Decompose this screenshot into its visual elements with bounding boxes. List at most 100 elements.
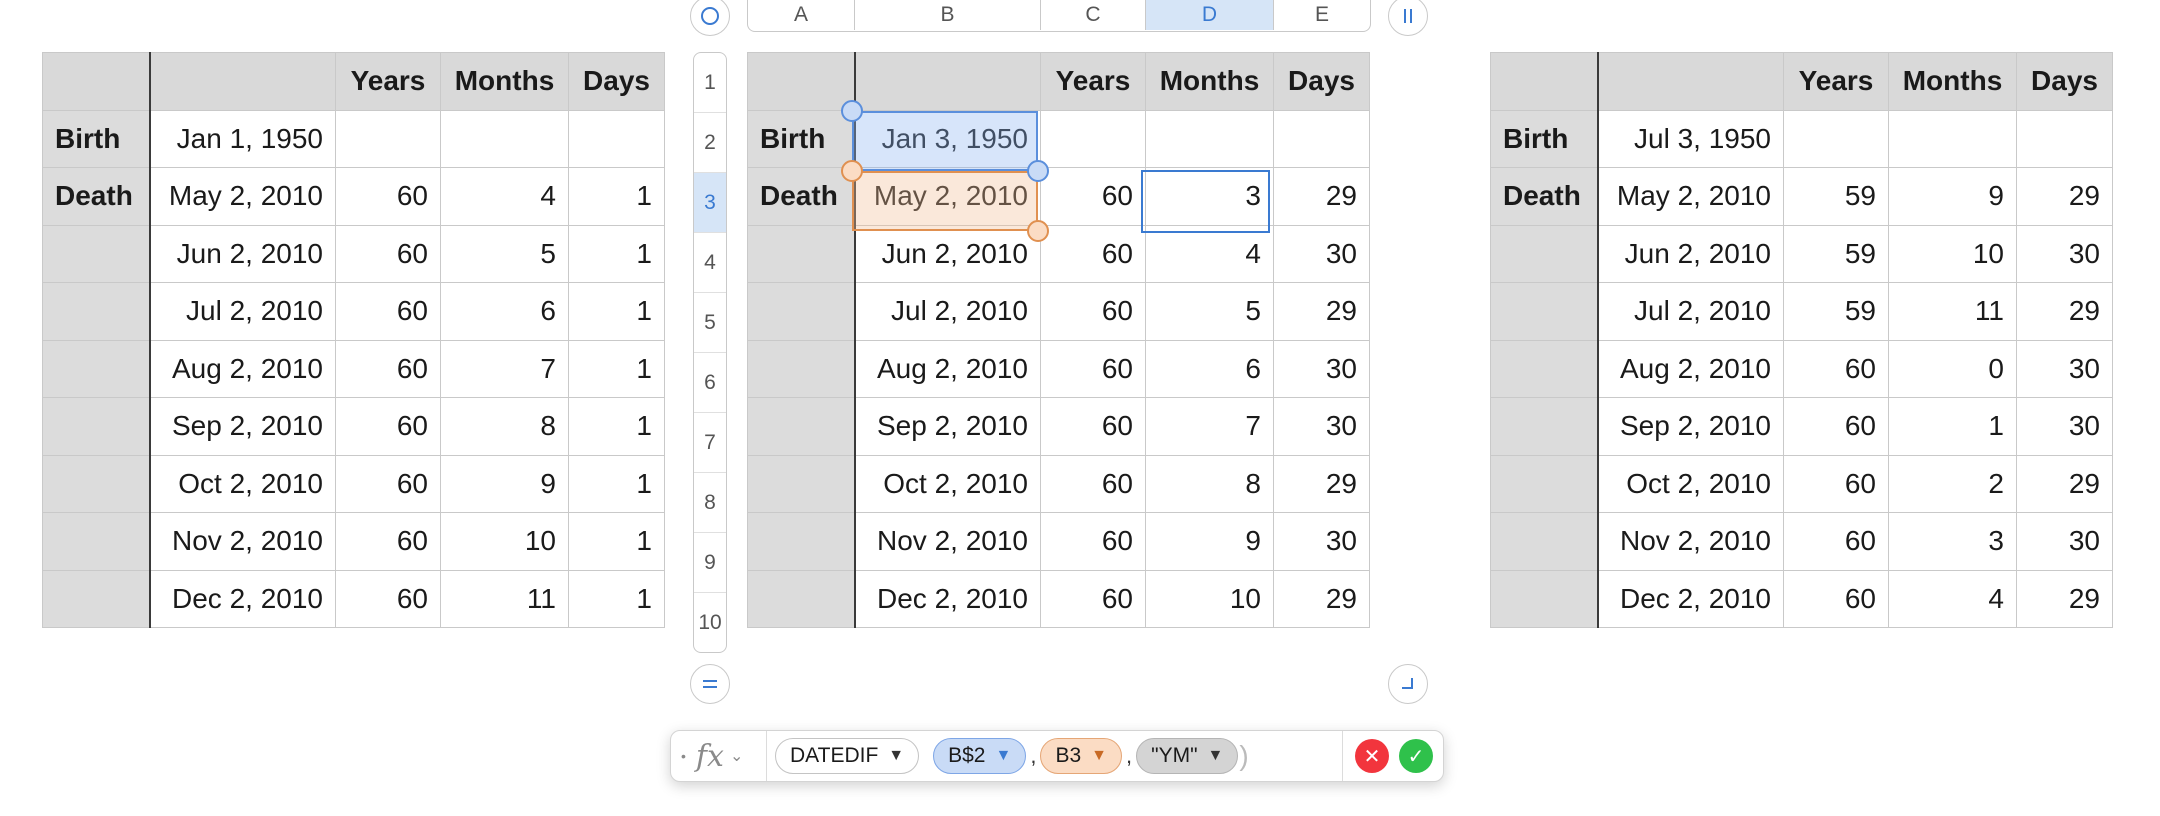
cancel-formula-button[interactable]: ✕ [1355,739,1389,773]
row-header-1[interactable]: 1 [694,53,726,113]
date-cell[interactable]: Dec 2, 2010 [854,569,1041,628]
reference-drag-handle[interactable] [841,160,863,182]
header-cell-blank[interactable] [149,52,336,111]
date-cell[interactable]: Jul 2, 2010 [854,282,1041,341]
date-cell[interactable]: Jul 2, 2010 [1597,282,1784,341]
days-cell[interactable]: 30 [1273,224,1370,283]
months-cell[interactable]: 9 [1888,167,2017,226]
argument-token-2[interactable]: B3 ▼ [1040,738,1122,774]
header-months[interactable]: Months [1888,52,2017,111]
header-cell-corner[interactable] [747,52,856,111]
empty-cell[interactable] [1888,109,2017,168]
months-cell[interactable]: 4 [440,167,569,226]
birth-date-cell[interactable]: Jan 1, 1950 [149,109,336,168]
row-label-cell[interactable] [1490,569,1599,628]
date-cell[interactable]: Aug 2, 2010 [854,339,1041,398]
date-cell[interactable]: Aug 2, 2010 [149,339,336,398]
birth-label[interactable]: Birth [747,109,856,168]
birth-label[interactable]: Birth [42,109,151,168]
years-cell[interactable]: 60 [1040,397,1146,456]
birth-label[interactable]: Birth [1490,109,1599,168]
days-cell[interactable]: 1 [568,569,665,628]
header-months[interactable]: Months [440,52,569,111]
death-label[interactable]: Death [1490,167,1599,226]
days-cell[interactable]: 1 [568,512,665,571]
months-cell[interactable]: 3 [1888,512,2017,571]
years-cell[interactable]: 59 [1783,282,1889,341]
column-header-c[interactable]: C [1041,0,1146,30]
months-cell[interactable]: 5 [440,224,569,283]
days-cell[interactable]: 29 [1273,167,1370,226]
argument-token-1[interactable]: B$2 ▼ [933,738,1027,774]
years-cell[interactable]: 60 [1040,454,1146,513]
date-cell[interactable]: Oct 2, 2010 [854,454,1041,513]
years-cell[interactable]: 60 [335,282,441,341]
days-cell[interactable]: 29 [2016,282,2113,341]
header-cell-blank[interactable] [854,52,1041,111]
row-header-4[interactable]: 4 [694,233,726,293]
years-cell[interactable]: 60 [1783,512,1889,571]
add-row-handle[interactable] [690,664,730,704]
empty-cell[interactable] [1273,109,1370,168]
row-label-cell[interactable] [42,282,151,341]
months-cell[interactable]: 11 [440,569,569,628]
months-cell[interactable]: 7 [1145,397,1274,456]
header-days[interactable]: Days [2016,52,2113,111]
date-cell[interactable]: Jun 2, 2010 [1597,224,1784,283]
years-cell[interactable]: 59 [1783,224,1889,283]
date-cell[interactable]: May 2, 2010 [149,167,336,226]
column-header-e[interactable]: E [1274,0,1370,30]
months-cell[interactable]: 9 [1145,512,1274,571]
column-header-d[interactable]: D [1146,0,1274,30]
years-cell[interactable]: 60 [1040,282,1146,341]
years-cell[interactable]: 60 [335,397,441,456]
row-label-cell[interactable] [747,224,856,283]
column-header-a[interactable]: A [748,0,855,30]
date-cell[interactable]: Dec 2, 2010 [149,569,336,628]
row-label-cell[interactable] [747,512,856,571]
date-cell[interactable]: Jun 2, 2010 [854,224,1041,283]
days-cell[interactable]: 29 [2016,454,2113,513]
row-label-cell[interactable] [1490,397,1599,456]
months-cell[interactable]: 7 [440,339,569,398]
date-cell[interactable]: Oct 2, 2010 [1597,454,1784,513]
row-label-cell[interactable] [747,282,856,341]
reference-drag-handle[interactable] [841,100,863,122]
days-cell[interactable]: 1 [568,454,665,513]
years-cell[interactable]: 60 [335,454,441,513]
days-cell[interactable]: 29 [1273,454,1370,513]
days-cell[interactable]: 30 [1273,339,1370,398]
years-cell[interactable]: 60 [1040,224,1146,283]
date-cell[interactable]: Jul 2, 2010 [149,282,336,341]
days-cell[interactable]: 1 [568,397,665,456]
months-cell[interactable]: 10 [440,512,569,571]
days-cell[interactable]: 1 [568,339,665,398]
days-cell[interactable]: 30 [2016,512,2113,571]
row-label-cell[interactable] [747,339,856,398]
date-cell[interactable]: May 2, 2010 [1597,167,1784,226]
empty-cell[interactable] [440,109,569,168]
reference-drag-handle[interactable] [1027,220,1049,242]
months-cell[interactable]: 8 [440,397,569,456]
function-token[interactable]: DATEDIF ▼ [775,738,920,774]
days-cell[interactable]: 30 [2016,397,2113,456]
row-label-cell[interactable] [747,397,856,456]
date-cell[interactable]: Nov 2, 2010 [149,512,336,571]
empty-cell[interactable] [1783,109,1889,168]
row-label-cell[interactable] [747,569,856,628]
resize-table-handle[interactable] [1388,664,1428,704]
date-cell[interactable]: Nov 2, 2010 [1597,512,1784,571]
months-cell[interactable]: 10 [1145,569,1274,628]
birth-date-cell[interactable]: Jan 3, 1950 [854,109,1041,168]
empty-cell[interactable] [2016,109,2113,168]
date-cell[interactable]: May 2, 2010 [854,167,1041,226]
header-cell-corner[interactable] [1490,52,1599,111]
empty-cell[interactable] [1040,109,1146,168]
row-label-cell[interactable] [747,454,856,513]
row-header-9[interactable]: 9 [694,533,726,593]
days-cell[interactable]: 30 [2016,224,2113,283]
months-cell[interactable]: 2 [1888,454,2017,513]
date-cell[interactable]: Nov 2, 2010 [854,512,1041,571]
table-select-handle[interactable] [690,0,730,36]
row-label-cell[interactable] [42,569,151,628]
